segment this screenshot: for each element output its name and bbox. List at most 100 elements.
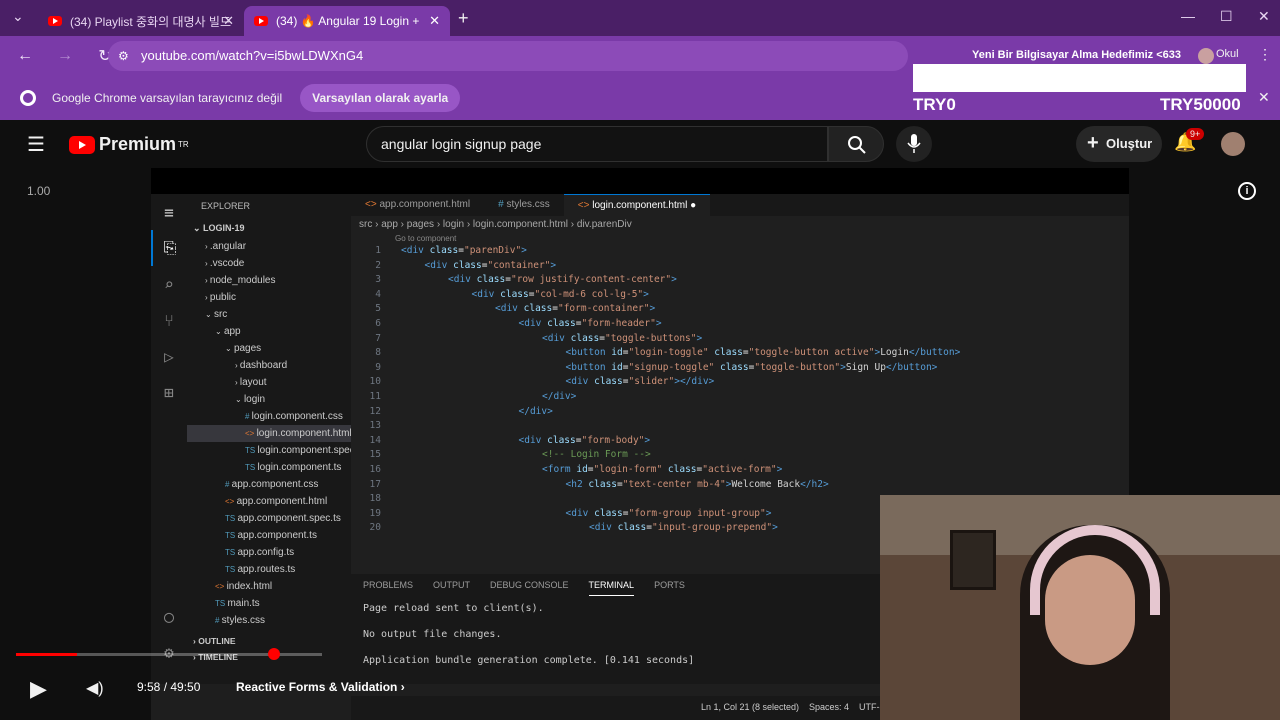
avatar[interactable]	[1221, 132, 1245, 156]
search-input[interactable]: angular login signup page	[366, 126, 828, 162]
tree-item[interactable]: TS login.component.ts	[187, 459, 351, 476]
site-info-icon[interactable]: ⚙	[118, 41, 129, 71]
code-line[interactable]: 13	[351, 419, 1129, 434]
tree-item[interactable]: ⌄ pages	[187, 340, 351, 357]
tree-item[interactable]: › public	[187, 289, 351, 306]
tree-item[interactable]: › node_modules	[187, 272, 351, 289]
tree-item[interactable]: TS main.ts	[187, 595, 351, 612]
code-lines[interactable]: 1 <div class="parenDiv"> 2 <div class="cont…	[351, 244, 1129, 536]
browser-tab-active[interactable]: (34) 🔥 Angular 19 Login + ✕	[244, 6, 450, 36]
tree-item[interactable]: TS login.component.spec.ts	[187, 442, 365, 459]
code-line[interactable]: 2 <div class="container">	[351, 259, 1129, 274]
close-icon[interactable]: ✕	[429, 13, 440, 29]
menu-icon[interactable]: ☰	[27, 132, 45, 157]
volume-icon[interactable]: ◀)	[86, 678, 104, 698]
tree-item[interactable]: TS app.config.ts	[187, 544, 351, 561]
tree-item[interactable]: ⌄ login	[187, 391, 351, 408]
set-default-button[interactable]: Varsayılan olarak ayarla	[300, 84, 461, 112]
code-line[interactable]: 6 <div class="form-header">	[351, 317, 1129, 332]
create-button[interactable]: + Oluştur	[1076, 126, 1162, 162]
voice-search-button[interactable]	[896, 126, 932, 162]
tree-item[interactable]: ⌄ src	[187, 306, 351, 323]
code-line[interactable]: 8 <button id="login-toggle" class="toggle…	[351, 346, 1129, 361]
tree-item[interactable]: TS app.routes.ts	[187, 561, 351, 578]
breadcrumb[interactable]: src › app › pages › login › login.compon…	[351, 216, 1129, 234]
tree-item[interactable]: ⌄ app	[187, 323, 351, 340]
code-line[interactable]: 7 <div class="toggle-buttons">	[351, 332, 1129, 347]
code-line[interactable]: 16 <form id="login-form" class="active-fo…	[351, 463, 1129, 478]
tree-item[interactable]: › layout	[187, 374, 351, 391]
source-control-icon[interactable]: ⑂	[151, 302, 187, 338]
youtube-logo[interactable]: Premium TR	[69, 134, 189, 155]
activity-bar: ≡ ⎘ ⌕ ⑂ ▷ ⊞ ◯ ⚙	[151, 194, 187, 684]
tree-item[interactable]: TS app.component.spec.ts	[187, 510, 351, 527]
tree-item[interactable]: TS app.component.ts	[187, 527, 351, 544]
play-icon[interactable]: ▶	[30, 676, 47, 702]
tree-item-label: app.component.html	[236, 496, 328, 507]
tree-item-label: main.ts	[227, 598, 260, 609]
scrubber-handle[interactable]	[268, 648, 280, 660]
tree-item[interactable]: <> app.component.html	[187, 493, 351, 510]
back-icon[interactable]: ←	[10, 47, 40, 65]
code-line[interactable]: 9 <button id="signup-toggle" class="toggl…	[351, 361, 1129, 376]
panel-tab-active[interactable]: TERMINAL	[588, 574, 635, 596]
search-icon[interactable]: ⌕	[151, 266, 187, 302]
tree-item[interactable]: # styles.css	[187, 612, 351, 629]
tree-item[interactable]: › .angular	[187, 238, 351, 255]
search-button[interactable]	[828, 126, 884, 162]
file-type-icon: TS	[225, 531, 238, 540]
chapter-title[interactable]: Reactive Forms & Validation ›	[236, 680, 405, 694]
close-icon[interactable]: ✕	[223, 13, 234, 29]
outline-section[interactable]: › OUTLINE	[193, 636, 236, 646]
panel-tab[interactable]: DEBUG CONSOLE	[490, 574, 569, 596]
minimize-icon[interactable]: —	[1181, 8, 1195, 24]
panel-tab[interactable]: PORTS	[654, 574, 685, 596]
close-window-icon[interactable]: ✕	[1258, 8, 1270, 25]
code-line[interactable]: 3 <div class="row justify-content-center"…	[351, 273, 1129, 288]
editor-tab[interactable]: <> app.component.html	[351, 194, 484, 216]
code-line[interactable]: 15 <!-- Login Form -->	[351, 448, 1129, 463]
profile-name[interactable]: Okul	[1216, 48, 1239, 60]
info-icon[interactable]: i	[1238, 182, 1256, 200]
file-type-icon: TS	[225, 548, 238, 557]
tree-item[interactable]: <> index.html	[187, 578, 351, 595]
tree-item[interactable]: # login.component.css	[187, 408, 351, 425]
code-line[interactable]: 17 <h2 class="text-center mb-4">Welcome B…	[351, 478, 1129, 493]
close-icon[interactable]: ✕	[1258, 89, 1270, 106]
code-line[interactable]: 1 <div class="parenDiv">	[351, 244, 1129, 259]
code-line[interactable]: 12 </div>	[351, 405, 1129, 420]
panel-tab[interactable]: PROBLEMS	[363, 574, 413, 596]
line-content: <div class="input-group-prepend">	[589, 522, 778, 534]
line-content: <div class="form-header">	[518, 317, 662, 329]
panel-tab[interactable]: OUTPUT	[433, 574, 470, 596]
code-line[interactable]: 10 <div class="slider"></div>	[351, 375, 1129, 390]
tree-item[interactable]: <> login.component.html	[187, 425, 352, 442]
code-line[interactable]: 11 </div>	[351, 390, 1129, 405]
new-tab-icon[interactable]: +	[458, 8, 469, 29]
code-line[interactable]: 14 <div class="form-body">	[351, 434, 1129, 449]
extensions-icon[interactable]: ⊞	[151, 374, 187, 410]
project-root[interactable]: ⌄ LOGIN-19	[187, 218, 351, 238]
files-icon[interactable]: ⎘	[151, 230, 187, 266]
tree-item[interactable]: › .vscode	[187, 255, 351, 272]
tree-item[interactable]: › dashboard	[187, 357, 351, 374]
maximize-icon[interactable]: ☐	[1220, 8, 1233, 25]
browser-tab[interactable]: (34) Playlist 중화의 대명사 빌드 ✕	[38, 6, 244, 36]
avatar[interactable]	[1198, 48, 1214, 64]
code-line[interactable]: 4 <div class="col-md-6 col-lg-5">	[351, 288, 1129, 303]
tab-search-icon[interactable]: ⌄	[12, 8, 24, 25]
forward-icon[interactable]: →	[50, 47, 80, 65]
run-debug-icon[interactable]: ▷	[151, 338, 187, 374]
tree-item[interactable]: # app.component.css	[187, 476, 351, 493]
file-type-icon: TS	[215, 599, 228, 608]
editor-tab[interactable]: # styles.css	[484, 194, 564, 216]
codelens-hint[interactable]: Go to component	[351, 234, 1129, 244]
tree-item-label: app.config.ts	[237, 547, 295, 558]
url-field[interactable]: ⚙ youtube.com/watch?v=i5bwLDWXnG4	[108, 41, 908, 71]
hamburger-icon[interactable]: ≡	[151, 194, 187, 230]
code-line[interactable]: 5 <div class="form-container">	[351, 302, 1129, 317]
more-icon[interactable]: ⋮	[1258, 46, 1272, 63]
editor-tab-active[interactable]: <> login.component.html ●	[563, 194, 711, 216]
account-icon[interactable]: ◯	[151, 598, 187, 634]
editor-tabs: <> app.component.html # styles.css <> lo…	[351, 194, 1129, 216]
